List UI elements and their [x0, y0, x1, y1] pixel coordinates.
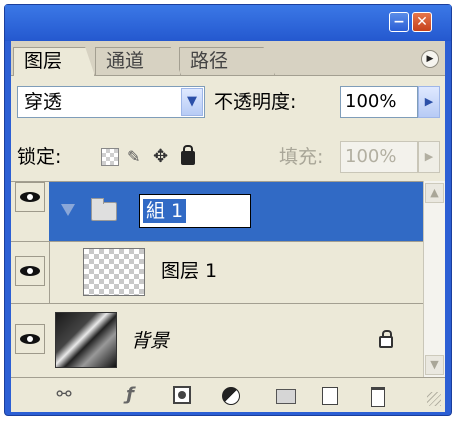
- visibility-toggle[interactable]: [15, 182, 45, 212]
- fill-label: 填充:: [279, 146, 324, 168]
- layer-name: 組 1: [143, 199, 187, 223]
- tab-paths[interactable]: 路径: [179, 47, 275, 75]
- blend-mode-value: 穿透: [24, 91, 63, 113]
- lock-icon: [379, 330, 393, 348]
- lock-label: 锁定:: [17, 146, 62, 168]
- adjustment-layer-icon[interactable]: [219, 384, 247, 406]
- tab-layers[interactable]: 图层: [13, 47, 95, 76]
- chevron-down-icon: ▼: [187, 94, 197, 109]
- link-layers-icon[interactable]: ⚯: [47, 384, 81, 406]
- minimize-button[interactable]: −: [389, 12, 409, 32]
- chevron-up-icon: ▲: [430, 186, 439, 199]
- resize-grip-icon[interactable]: [427, 392, 441, 406]
- close-button[interactable]: ✕: [412, 12, 432, 32]
- palette-window: − ✕ 路径 通道 图层 ▶ 穿透 ▼ 不透明度: 100% ▶ 锁定: ✎ ✥…: [4, 4, 452, 416]
- chevron-right-icon: ▶: [424, 95, 434, 108]
- layer-name: 背景: [131, 330, 170, 352]
- minimize-icon: −: [393, 14, 405, 30]
- visibility-toggle[interactable]: [15, 256, 45, 286]
- lock-position-icon[interactable]: ✥: [153, 148, 171, 166]
- opacity-slider-button[interactable]: ▶: [418, 86, 440, 118]
- lock-all-icon[interactable]: [181, 145, 195, 165]
- layer-thumbnail-image: [55, 312, 117, 368]
- visibility-toggle[interactable]: [15, 324, 45, 354]
- eye-icon: [20, 334, 40, 344]
- new-layer-icon[interactable]: [317, 384, 341, 406]
- photoshop-layers-palette: − ✕ 路径 通道 图层 ▶ 穿透 ▼ 不透明度: 100% ▶ 锁定: ✎ ✥…: [0, 0, 457, 421]
- layer-row-layer1[interactable]: 图层 1: [11, 242, 423, 304]
- layer-style-icon[interactable]: ƒ: [115, 384, 145, 406]
- layers-list: 組 1 图层 1 背景: [11, 181, 423, 378]
- tab-channels[interactable]: 通道: [95, 47, 181, 75]
- lock-transparent-icon[interactable]: [101, 148, 119, 166]
- layer-thumbnail-transparent: [83, 248, 145, 296]
- new-group-icon[interactable]: [273, 384, 297, 406]
- group-indent-line: [49, 242, 50, 304]
- close-icon: ✕: [416, 14, 428, 30]
- vertical-scrollbar[interactable]: ▲ ▼: [423, 181, 445, 377]
- chevron-right-icon: ▶: [424, 150, 434, 163]
- chevron-down-icon: ▼: [430, 358, 439, 371]
- layer-name-edit-field[interactable]: 組 1: [139, 194, 251, 228]
- blend-mode-select[interactable]: 穿透 ▼: [17, 86, 205, 118]
- eye-icon: [20, 266, 40, 276]
- scroll-down-button[interactable]: ▼: [425, 355, 444, 375]
- bottom-toolbar: ⚯ ƒ: [11, 377, 445, 412]
- delete-layer-icon[interactable]: [365, 384, 389, 407]
- palette-body: 路径 通道 图层 ▶ 穿透 ▼ 不透明度: 100% ▶ 锁定: ✎ ✥ 填充:…: [11, 41, 445, 412]
- layer-row-background[interactable]: 背景: [11, 304, 423, 378]
- fill-slider-button[interactable]: ▶: [418, 141, 440, 173]
- layer-row-group[interactable]: 組 1: [11, 182, 423, 242]
- expand-triangle-icon[interactable]: [61, 204, 75, 216]
- layer-name: 图层 1: [161, 260, 218, 282]
- folder-icon: [91, 198, 117, 221]
- palette-menu-button[interactable]: ▶: [421, 50, 439, 68]
- eye-icon: [20, 192, 40, 202]
- opacity-input[interactable]: 100%: [340, 86, 418, 118]
- menu-arrow-icon: ▶: [426, 54, 434, 64]
- layer-mask-icon[interactable]: [171, 384, 193, 406]
- scroll-up-button[interactable]: ▲: [425, 183, 444, 203]
- opacity-label: 不透明度:: [214, 91, 297, 113]
- title-bar[interactable]: − ✕: [5, 5, 451, 41]
- lock-pixels-icon[interactable]: ✎: [127, 148, 145, 166]
- fill-input[interactable]: 100%: [340, 141, 418, 173]
- tab-strip: 路径 通道 图层 ▶: [11, 41, 445, 76]
- blend-mode-dropdown-button[interactable]: ▼: [181, 88, 203, 116]
